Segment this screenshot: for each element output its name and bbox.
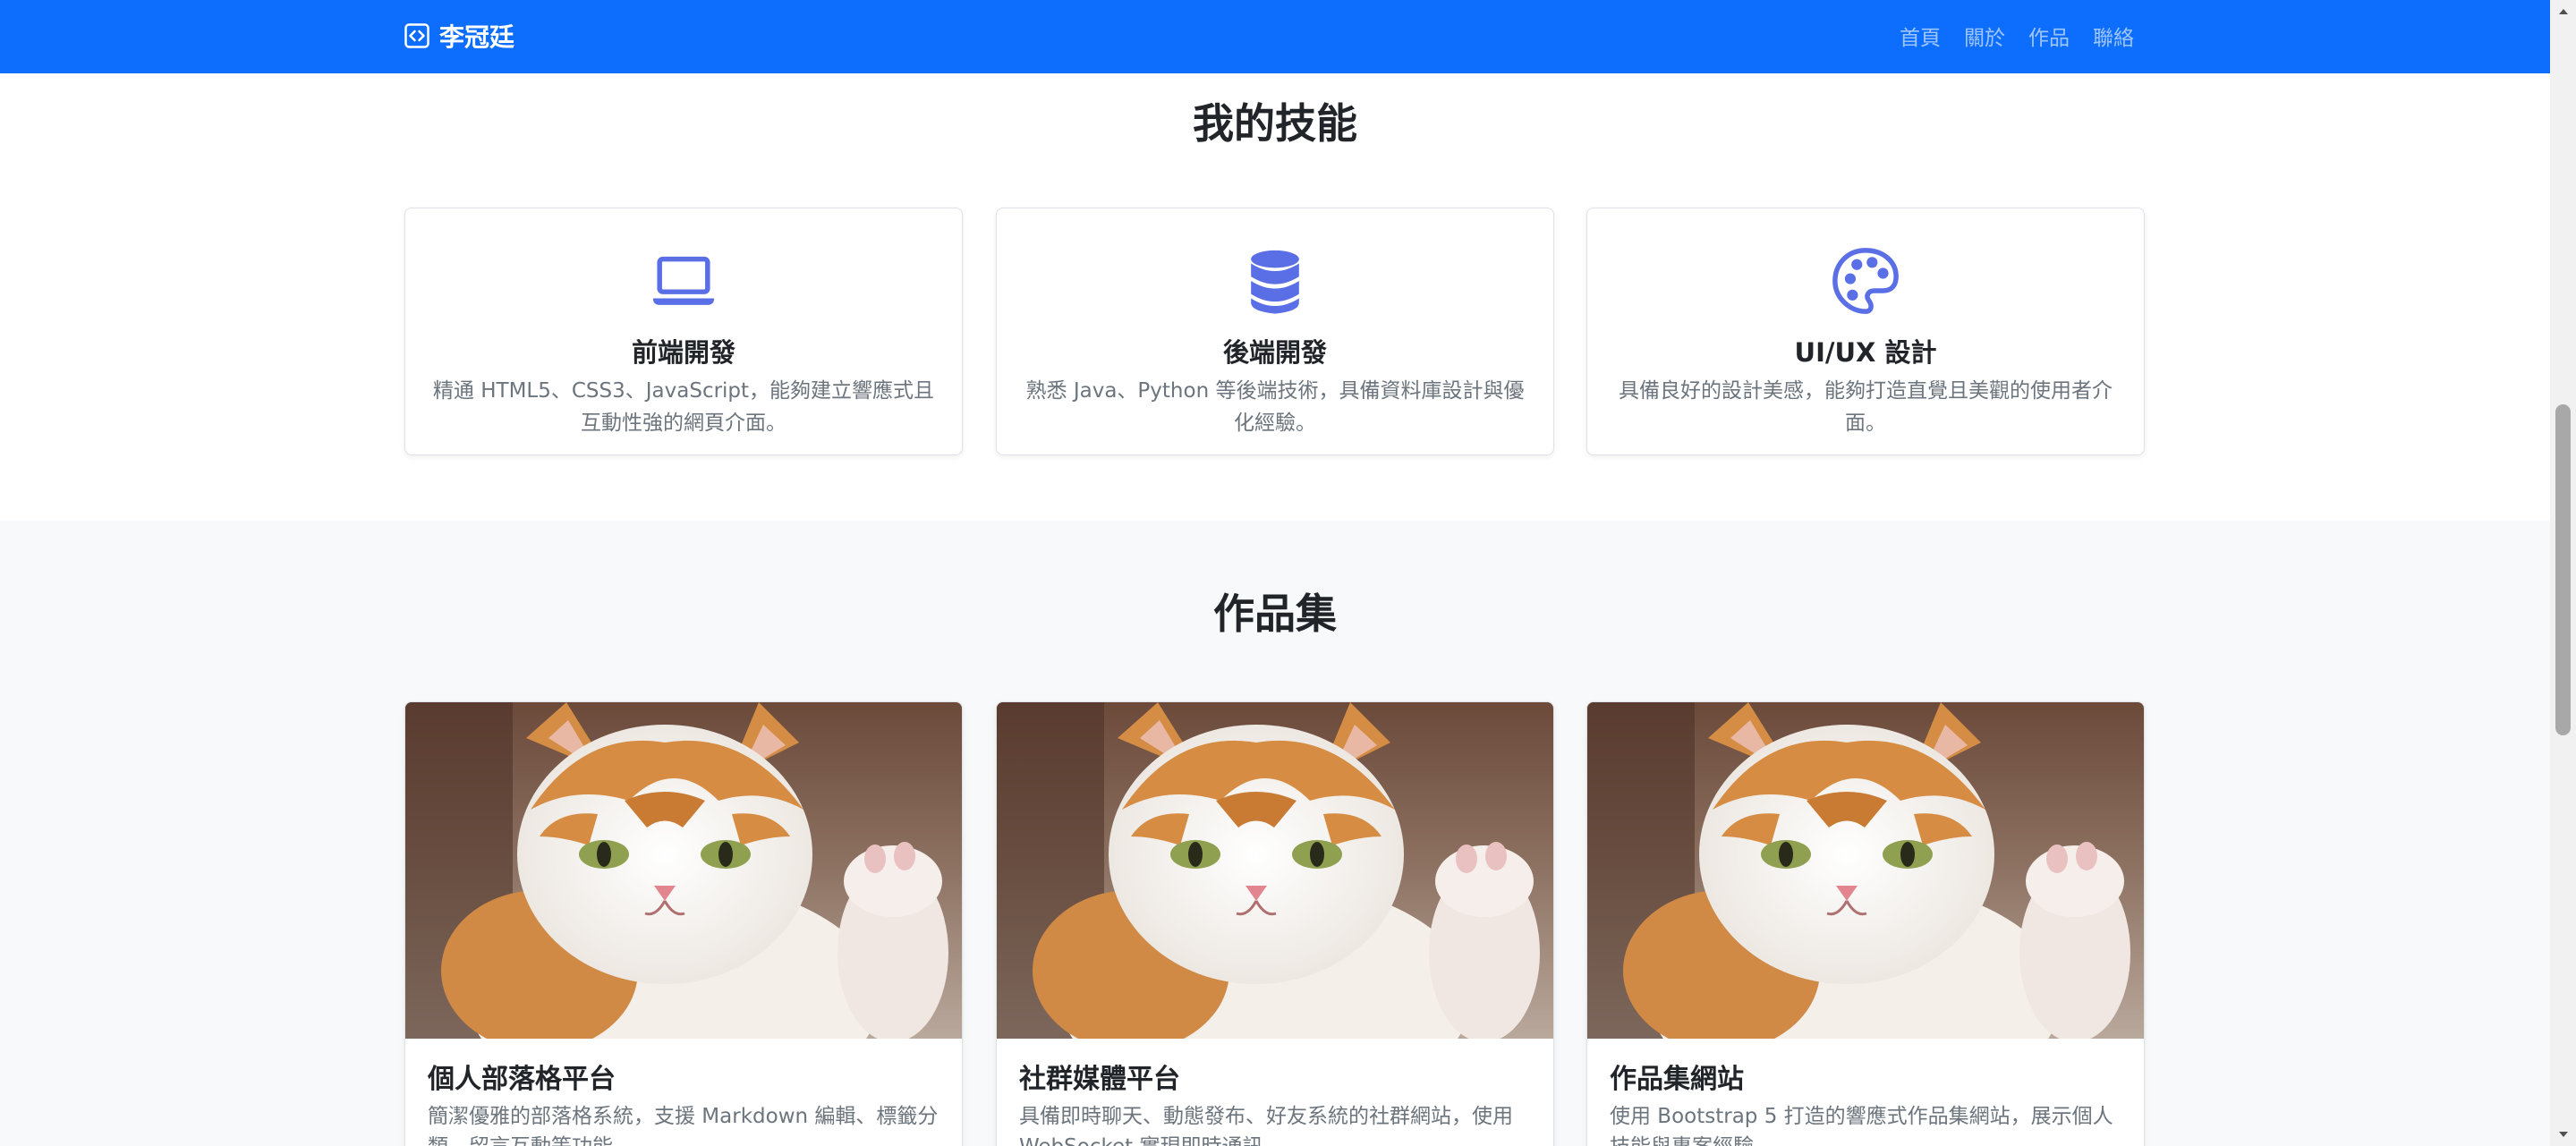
skill-description: 熟悉 Java、Python 等後端技術，具備資料庫設計與優化經驗。	[1025, 379, 1525, 435]
scroll-down-arrow-icon[interactable]	[2550, 1123, 2576, 1146]
project-image	[405, 702, 963, 1039]
project-description: 使用 Bootstrap 5 打造的響應式作品集網站，展示個人技能與專案經驗。	[1610, 1105, 2113, 1146]
skill-title: 前端開發	[631, 337, 735, 368]
browser-viewport: 李冠廷 首頁 關於 作品 聯絡 我的技能 前端開發 精通 HTML5、CSS3、…	[0, 0, 2576, 1146]
portfolio-card-social[interactable]: 社群媒體平台 具備即時聊天、動態發布、好友系統的社群網站，使用 WebSocke…	[996, 701, 1554, 1146]
project-title: 社群媒體平台	[1019, 1064, 1180, 1095]
nav-link-portfolio[interactable]: 作品	[2028, 21, 2070, 51]
project-title: 個人部落格平台	[428, 1064, 616, 1095]
brand-link[interactable]: 李冠廷	[404, 18, 514, 54]
brand-name: 李冠廷	[439, 22, 515, 52]
portfolio-heading: 作品集	[1213, 590, 1337, 638]
nav-link-about[interactable]: 關於	[1964, 21, 2005, 51]
nav-link-contact[interactable]: 聯絡	[2093, 21, 2134, 51]
skill-card-frontend: 前端開發 精通 HTML5、CSS3、JavaScript，能夠建立響應式且互動…	[404, 208, 963, 455]
code-icon	[404, 23, 429, 48]
top-navbar: 李冠廷 首頁 關於 作品 聯絡	[0, 0, 2550, 73]
skill-description: 精通 HTML5、CSS3、JavaScript，能夠建立響應式且互動性強的網頁…	[432, 379, 935, 435]
laptop-icon	[652, 256, 715, 305]
database-icon	[1251, 250, 1299, 314]
project-description: 簡潔優雅的部落格系統，支援 Markdown 編輯、標籤分類、留言互動等功能。	[428, 1105, 939, 1146]
nav-link-home[interactable]: 首頁	[1900, 21, 1941, 51]
skills-heading: 我的技能	[1193, 99, 1357, 148]
skills-section: 我的技能 前端開發 精通 HTML5、CSS3、JavaScript，能夠建立響…	[0, 73, 2550, 521]
portfolio-section: 作品集 個人部落格平台 簡潔優雅的部落格系統，支援 Markdown 編輯、標籤…	[0, 521, 2550, 1146]
palette-icon	[1832, 248, 1899, 314]
project-description: 具備即時聊天、動態發布、好友系統的社群網站，使用 WebSocket 實現即時通…	[1019, 1105, 1513, 1146]
portfolio-card-blog[interactable]: 個人部落格平台 簡潔優雅的部落格系統，支援 Markdown 編輯、標籤分類、留…	[404, 701, 963, 1146]
project-title: 作品集網站	[1610, 1064, 1744, 1095]
nav-links: 首頁 關於 作品 聯絡	[1900, 18, 2134, 54]
skill-title: 後端開發	[1222, 337, 1327, 368]
project-image	[1587, 702, 2145, 1039]
portfolio-card-portfolio-site[interactable]: 作品集網站 使用 Bootstrap 5 打造的響應式作品集網站，展示個人技能與…	[1586, 701, 2145, 1146]
project-image	[997, 702, 1554, 1039]
skill-title: UI/UX 設計	[1794, 337, 1937, 368]
scrollbar-thumb[interactable]	[2555, 404, 2571, 735]
scroll-up-arrow-icon[interactable]	[2550, 0, 2576, 23]
skill-description: 具備良好的設計美感，能夠打造直覺且美觀的使用者介面。	[1619, 379, 2113, 435]
skill-card-backend: 後端開發 熟悉 Java、Python 等後端技術，具備資料庫設計與優化經驗。	[996, 208, 1554, 455]
skill-card-uiux: UI/UX 設計 具備良好的設計美感，能夠打造直覺且美觀的使用者介面。	[1586, 208, 2145, 455]
page: 李冠廷 首頁 關於 作品 聯絡 我的技能 前端開發 精通 HTML5、CSS3、…	[0, 0, 2550, 1146]
vertical-scrollbar[interactable]	[2550, 0, 2576, 1146]
